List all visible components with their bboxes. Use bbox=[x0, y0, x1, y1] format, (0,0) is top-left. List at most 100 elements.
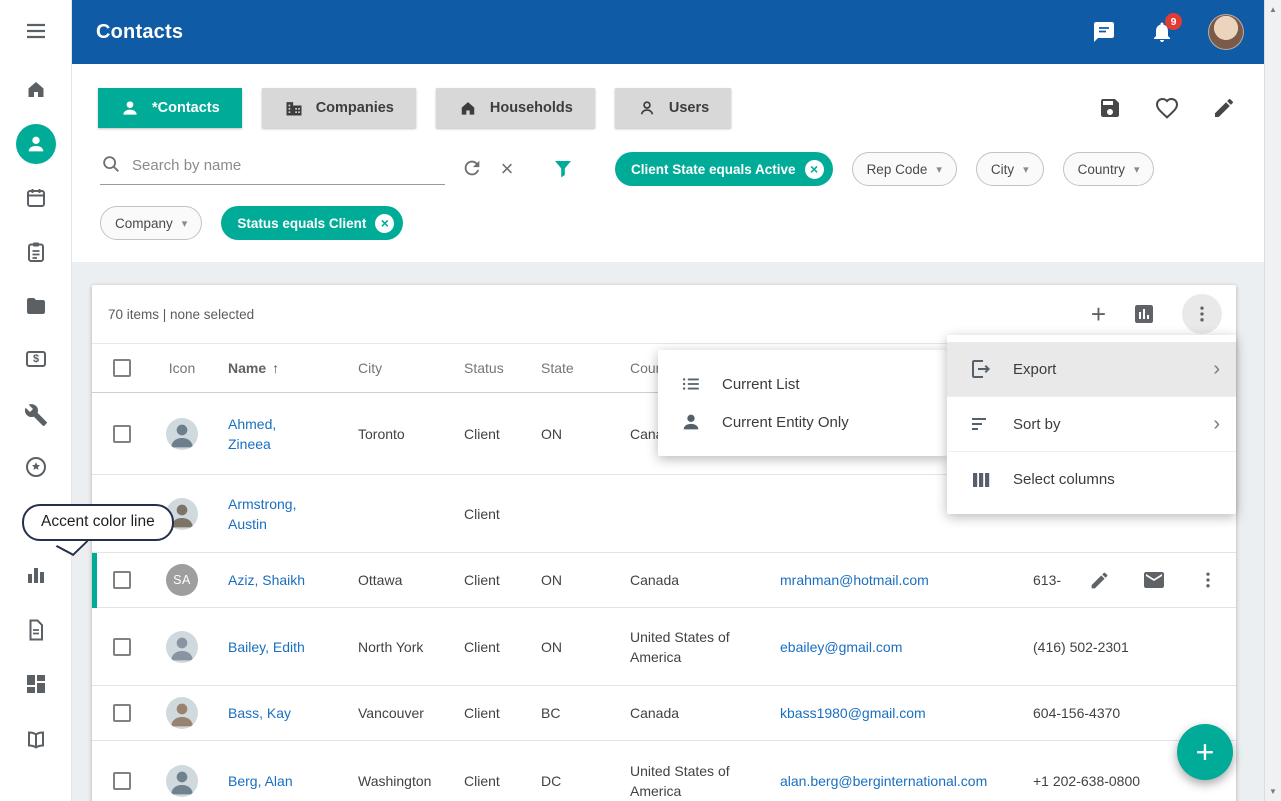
sidebar-item-documents[interactable] bbox=[24, 618, 48, 642]
sidebar-item-home[interactable] bbox=[24, 77, 48, 101]
row-checkbox[interactable] bbox=[113, 704, 131, 722]
contact-avatar bbox=[166, 418, 198, 450]
filter-chip-company[interactable]: Company ▾ bbox=[100, 206, 202, 240]
dollar-icon: $ bbox=[33, 353, 39, 365]
submenu-item-current-entity[interactable]: Current Entity Only bbox=[658, 403, 947, 441]
sidebar-item-calendar[interactable] bbox=[24, 186, 48, 210]
add-item-icon[interactable]: + bbox=[1091, 301, 1106, 327]
email-link[interactable]: mrahman@hotmail.com bbox=[780, 572, 929, 588]
contact-name-link[interactable]: Aziz, Shaikh bbox=[228, 572, 305, 588]
contact-avatar-initials: SA bbox=[166, 564, 198, 596]
menu-item-export[interactable]: Export › bbox=[947, 342, 1236, 397]
row-checkbox[interactable] bbox=[113, 772, 131, 790]
state-cell: ON bbox=[525, 424, 614, 444]
contact-name-link[interactable]: Ahmed,Zineea bbox=[228, 416, 342, 454]
filter-chip-status[interactable]: Status equals Client × bbox=[221, 206, 403, 240]
search-field[interactable] bbox=[100, 153, 445, 185]
tab-companies-label: Companies bbox=[316, 100, 394, 116]
more-options-button[interactable] bbox=[1182, 294, 1222, 334]
column-header-city[interactable]: City bbox=[342, 360, 448, 376]
submenu-item-current-list[interactable]: Current List bbox=[658, 365, 947, 403]
select-all-checkbox[interactable] bbox=[113, 359, 131, 377]
user-avatar[interactable] bbox=[1208, 14, 1244, 50]
sidebar-item-dashboard[interactable] bbox=[24, 672, 48, 696]
remove-filter-icon[interactable]: × bbox=[805, 160, 824, 179]
filter-panel: *Contacts Companies Households Users bbox=[72, 64, 1264, 262]
filter-chip-client-state[interactable]: Client State equals Active × bbox=[615, 152, 833, 186]
tab-users[interactable]: Users bbox=[615, 88, 731, 128]
email-link[interactable]: alan.berg@berginternational.com bbox=[780, 773, 987, 789]
sidebar-item-reports[interactable] bbox=[24, 563, 48, 587]
sidebar-item-billing[interactable]: $ bbox=[24, 349, 48, 373]
submenu-chevron-icon: › bbox=[1213, 358, 1220, 381]
sidebar-item-rewards[interactable] bbox=[24, 455, 48, 479]
sidebar-item-tools[interactable] bbox=[24, 403, 48, 427]
row-hover-actions bbox=[1089, 553, 1218, 607]
edit-row-pencil-icon[interactable] bbox=[1089, 570, 1110, 591]
search-input[interactable] bbox=[132, 157, 412, 174]
chevron-down-icon: ▾ bbox=[936, 163, 942, 176]
edit-pencil-icon[interactable] bbox=[1212, 96, 1236, 120]
favorite-heart-icon[interactable] bbox=[1155, 96, 1179, 120]
row-more-options-icon[interactable] bbox=[1198, 570, 1218, 590]
contact-name-link[interactable]: Berg, Alan bbox=[228, 773, 293, 789]
send-email-envelope-icon[interactable] bbox=[1142, 568, 1166, 592]
table-row[interactable]: Bass, Kay Vancouver Client BC Canada kba… bbox=[92, 686, 1236, 741]
save-search-icon[interactable] bbox=[1098, 96, 1122, 120]
refresh-icon[interactable] bbox=[461, 157, 485, 181]
status-cell: Client bbox=[448, 504, 525, 524]
tab-companies[interactable]: Companies bbox=[262, 88, 416, 128]
add-contact-fab[interactable]: + bbox=[1177, 724, 1233, 780]
menu-item-sort-by[interactable]: Sort by › bbox=[947, 397, 1236, 452]
sidebar-item-files[interactable] bbox=[24, 294, 48, 318]
filter-chip-rep-code[interactable]: Rep Code ▾ bbox=[852, 152, 957, 186]
filter-funnel-icon[interactable] bbox=[551, 157, 575, 181]
column-header-status[interactable]: Status bbox=[448, 360, 525, 376]
status-cell: Client bbox=[448, 703, 525, 723]
page-scrollbar[interactable]: ▲ ▼ bbox=[1264, 0, 1281, 801]
sidebar-item-tasks[interactable] bbox=[24, 240, 48, 264]
chart-view-icon[interactable] bbox=[1132, 302, 1156, 326]
chat-icon[interactable] bbox=[1092, 20, 1116, 44]
row-checkbox[interactable] bbox=[113, 638, 131, 656]
sort-icon bbox=[969, 412, 993, 436]
tab-households[interactable]: Households bbox=[436, 88, 595, 128]
contact-avatar bbox=[166, 631, 198, 663]
sidebar-item-address-book[interactable] bbox=[24, 728, 48, 752]
chevron-down-icon: ▾ bbox=[182, 217, 188, 230]
scroll-up-arrow-icon[interactable]: ▲ bbox=[1265, 5, 1281, 14]
clear-search-icon[interactable]: × bbox=[497, 157, 517, 181]
row-checkbox[interactable] bbox=[113, 425, 131, 443]
filter-chip-label: Company bbox=[115, 216, 173, 231]
sidebar-item-contacts-active[interactable] bbox=[16, 124, 56, 164]
contact-name-link[interactable]: Bass, Kay bbox=[228, 705, 291, 721]
column-header-icon[interactable]: Icon bbox=[152, 360, 212, 376]
menu-item-select-columns[interactable]: Select columns bbox=[947, 452, 1236, 507]
email-link[interactable]: ebailey@gmail.com bbox=[780, 639, 902, 655]
list-icon bbox=[680, 373, 702, 395]
left-sidebar: $ bbox=[0, 0, 72, 801]
contact-name-link[interactable]: Armstrong,Austin bbox=[228, 496, 342, 534]
filter-chip-city[interactable]: City ▾ bbox=[976, 152, 1044, 186]
status-cell: Client bbox=[448, 424, 525, 444]
notifications-bell-icon[interactable]: 9 bbox=[1150, 20, 1174, 44]
columns-icon bbox=[969, 468, 993, 492]
table-row-selected[interactable]: SA Aziz, Shaikh Ottawa Client ON Canada … bbox=[92, 553, 1236, 608]
column-header-state[interactable]: State bbox=[525, 360, 614, 376]
contact-name-link[interactable]: Bailey, Edith bbox=[228, 639, 305, 655]
row-checkbox[interactable] bbox=[113, 571, 131, 589]
filter-chip-country[interactable]: Country ▾ bbox=[1063, 152, 1155, 186]
tab-households-label: Households bbox=[490, 100, 573, 116]
email-link[interactable]: kbass1980@gmail.com bbox=[780, 705, 926, 721]
tab-contacts[interactable]: *Contacts bbox=[98, 88, 242, 128]
remove-filter-icon[interactable]: × bbox=[375, 214, 394, 233]
table-row[interactable]: Bailey, Edith North York Client ON Unite… bbox=[92, 608, 1236, 686]
hamburger-menu-icon[interactable] bbox=[24, 19, 48, 43]
country-cell: United States of America bbox=[614, 627, 764, 667]
menu-item-label: Sort by bbox=[1013, 416, 1061, 433]
scroll-down-arrow-icon[interactable]: ▼ bbox=[1265, 787, 1281, 796]
city-cell: Vancouver bbox=[342, 703, 448, 723]
table-row[interactable]: Berg, Alan Washington Client DC United S… bbox=[92, 741, 1236, 801]
column-header-name[interactable]: Name ↑ bbox=[212, 360, 342, 376]
filter-chip-label: Client State equals Active bbox=[631, 162, 796, 177]
